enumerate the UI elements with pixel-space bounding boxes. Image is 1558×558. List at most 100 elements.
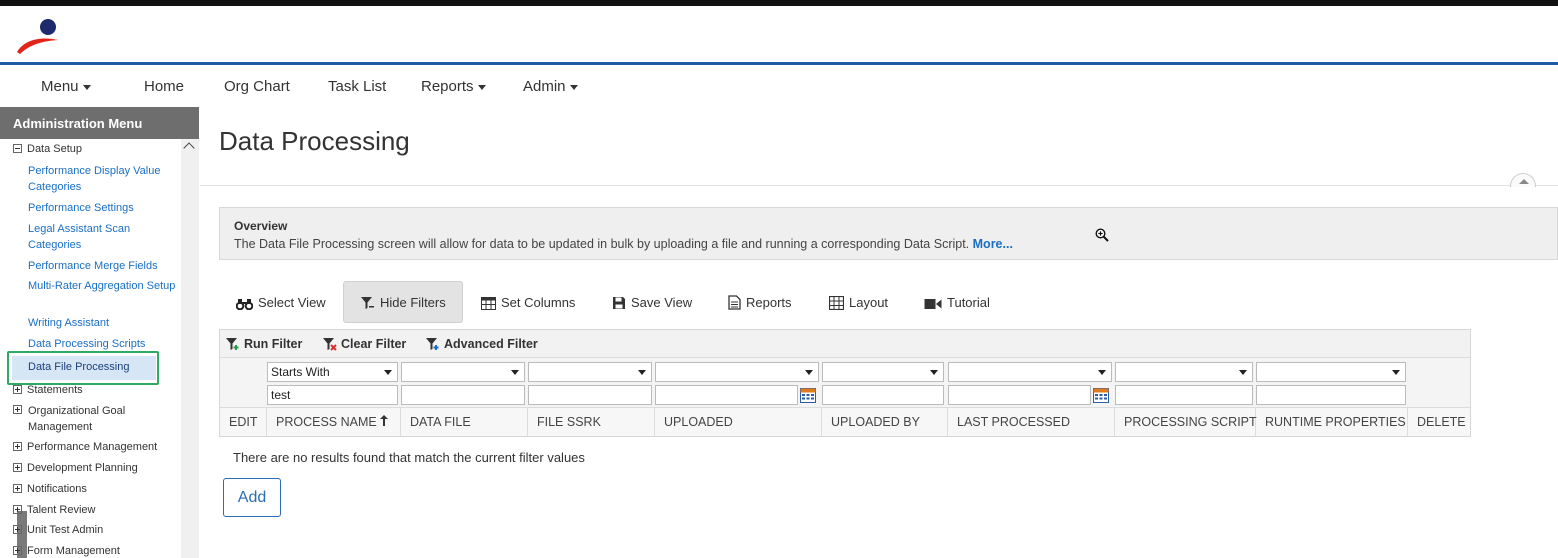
sidebar-link-display-value-categories[interactable]: Performance Display Value Categories — [28, 163, 178, 195]
save-icon — [613, 297, 625, 309]
sort-ascending-icon — [380, 415, 389, 426]
clear-filter-label: Clear Filter — [341, 337, 407, 351]
run-filter-button[interactable]: Run Filter — [225, 337, 302, 351]
nav-reports[interactable]: Reports — [421, 78, 486, 95]
column-header-uploaded-by[interactable]: UPLOADED BY — [822, 408, 948, 436]
company-logo[interactable] — [14, 16, 60, 56]
tree-group-label[interactable]: Organizational Goal Management — [28, 403, 168, 435]
chevron-down-icon — [569, 84, 578, 90]
select-view-button[interactable]: Select View — [235, 281, 326, 323]
expand-icon[interactable] — [13, 546, 22, 555]
runtime-properties-operator-select[interactable] — [1256, 362, 1406, 382]
tree-group-notifications[interactable]: Notifications — [13, 483, 87, 495]
nav-home[interactable]: Home — [144, 78, 184, 95]
tutorial-button[interactable]: Tutorial — [924, 281, 990, 323]
column-header-processing-script[interactable]: PROCESSING SCRIPT — [1115, 408, 1257, 436]
nav-admin-label: Admin — [523, 78, 566, 95]
tree-group-talent-review[interactable]: Talent Review — [13, 504, 95, 516]
tree-group-data-setup[interactable]: Data Setup — [13, 143, 82, 155]
processing-script-filter-input[interactable] — [1115, 385, 1253, 405]
processing-script-operator-select[interactable] — [1115, 362, 1253, 382]
overview-title: Overview — [234, 219, 288, 233]
nav-task-list[interactable]: Task List — [328, 78, 386, 95]
sidebar-title: Administration Menu — [0, 107, 199, 139]
clear-filter-button[interactable]: Clear Filter — [322, 337, 406, 351]
file-ssrk-filter-input[interactable] — [528, 385, 652, 405]
column-header-process-name[interactable]: PROCESS NAME — [267, 408, 401, 436]
data-file-operator-select[interactable] — [401, 362, 525, 382]
scroll-up-icon[interactable] — [181, 139, 199, 155]
tutorial-label: Tutorial — [947, 295, 990, 310]
filter-icon — [361, 297, 374, 309]
tree-group-form-management[interactable]: Form Management — [13, 545, 120, 557]
more-link[interactable]: More... — [973, 237, 1013, 251]
sidebar-link-legal-assistant[interactable]: Legal Assistant Scan Categories — [28, 221, 178, 253]
nav-admin[interactable]: Admin — [523, 78, 578, 95]
hide-filters-button[interactable]: Hide Filters — [343, 281, 463, 323]
tree-group-label: Unit Test Admin — [27, 524, 104, 536]
uploaded-by-operator-select[interactable] — [822, 362, 944, 382]
layout-label: Layout — [849, 295, 889, 310]
calendar-icon[interactable] — [800, 387, 816, 403]
last-processed-operator-select[interactable] — [948, 362, 1112, 382]
save-view-button[interactable]: Save View — [612, 281, 692, 323]
sidebar-link-performance-settings[interactable]: Performance Settings — [28, 200, 178, 216]
column-header-delete[interactable]: DELETE — [1408, 408, 1470, 436]
sidebar-link-writing-assistant[interactable]: Writing Assistant — [28, 315, 178, 331]
column-header-file-ssrk[interactable]: FILE SSRK — [528, 408, 655, 436]
uploaded-operator-select[interactable] — [655, 362, 819, 382]
tree-group-label: Form Management — [27, 545, 120, 557]
column-header-data-file[interactable]: DATA FILE — [401, 408, 528, 436]
expand-icon[interactable] — [13, 484, 22, 493]
expand-icon[interactable] — [13, 463, 22, 472]
column-header-uploaded[interactable]: UPLOADED — [655, 408, 822, 436]
tree-group-org-goal[interactable] — [13, 404, 27, 416]
expand-icon[interactable] — [13, 405, 22, 414]
process-name-header-label: PROCESS NAME — [276, 415, 377, 429]
tree-group-label: Data Setup — [27, 143, 83, 155]
column-header-edit[interactable]: EDIT — [220, 408, 267, 436]
column-header-runtime-properties[interactable]: RUNTIME PROPERTIES — [1256, 408, 1408, 436]
data-file-filter-input[interactable] — [401, 385, 525, 405]
uploaded-filter-input[interactable] — [655, 385, 798, 405]
nav-org-chart[interactable]: Org Chart — [224, 78, 290, 95]
sidebar-link-merge-fields[interactable]: Performance Merge Fields — [28, 258, 178, 274]
main-content: Data Processing Overview The Data File P… — [200, 107, 1558, 558]
overview-description: The Data File Processing screen will all… — [234, 237, 970, 251]
columns-icon — [481, 297, 496, 310]
file-ssrk-operator-select[interactable] — [528, 362, 652, 382]
expand-icon[interactable] — [13, 442, 22, 451]
overview-text: The Data File Processing screen will all… — [234, 237, 1543, 251]
overview-panel: Overview The Data File Processing screen… — [219, 207, 1558, 260]
expand-icon[interactable] — [13, 505, 22, 514]
empty-results-message: There are no results found that match th… — [233, 450, 585, 465]
tree-group-development-planning[interactable]: Development Planning — [13, 462, 138, 474]
sidebar-scrollbar[interactable] — [181, 139, 199, 558]
uploaded-by-filter-input[interactable] — [822, 385, 944, 405]
last-processed-filter-input[interactable] — [948, 385, 1091, 405]
expand-icon[interactable] — [13, 525, 22, 534]
column-header-last-processed[interactable]: LAST PROCESSED — [948, 408, 1115, 436]
set-columns-button[interactable]: Set Columns — [481, 281, 575, 323]
collapse-header-button[interactable] — [1510, 173, 1536, 187]
sidebar-link-data-file-processing[interactable]: Data File Processing — [28, 359, 178, 375]
collapse-icon[interactable] — [13, 144, 22, 153]
nav-menu[interactable]: Menu — [41, 78, 91, 95]
sidebar-link-data-processing-scripts[interactable]: Data Processing Scripts — [28, 336, 178, 352]
advanced-filter-button[interactable]: Advanced Filter — [425, 337, 538, 351]
reports-label: Reports — [746, 295, 792, 310]
add-button[interactable]: Add — [223, 478, 281, 517]
tree-group-performance-management[interactable]: Performance Management — [13, 441, 157, 453]
tree-group-unit-test-admin[interactable]: Unit Test Admin — [13, 524, 103, 536]
reports-button[interactable]: Reports — [728, 281, 792, 323]
process-name-operator-select[interactable]: Starts With — [267, 362, 398, 382]
nav-reports-label: Reports — [421, 78, 474, 95]
process-name-filter-input[interactable]: test — [267, 385, 398, 405]
runtime-properties-filter-input[interactable] — [1256, 385, 1406, 405]
tree-group-statements[interactable]: Statements — [13, 384, 83, 396]
calendar-icon[interactable] — [1093, 387, 1109, 403]
layout-button[interactable]: Layout — [828, 281, 889, 323]
expand-icon[interactable] — [13, 385, 22, 394]
run-filter-icon — [226, 338, 239, 350]
sidebar-link-multi-rater[interactable]: Multi-Rater Aggregation Setup — [28, 278, 178, 294]
